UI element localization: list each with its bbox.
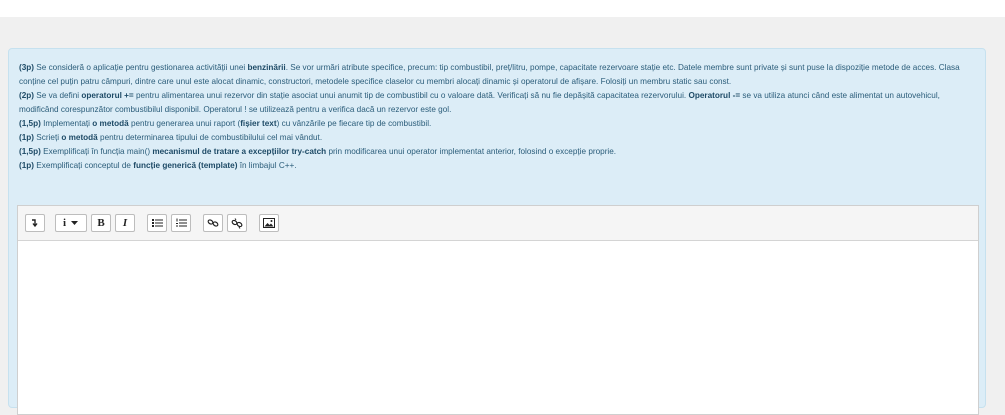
image-button[interactable] bbox=[259, 214, 279, 232]
question-bold-text: mecanismul de tratare a excepțiilor try-… bbox=[152, 147, 327, 156]
answer-editor: i B I bbox=[17, 205, 979, 415]
question-bold-text: fișier text bbox=[240, 119, 277, 128]
question-bold-text: (1p) bbox=[19, 133, 35, 142]
question-text-run: ) cu vânzările pe fiecare tip de combust… bbox=[276, 119, 432, 128]
italic-button[interactable]: I bbox=[115, 214, 135, 232]
bold-label: B bbox=[97, 217, 105, 229]
bullet-list-icon bbox=[151, 219, 163, 227]
dropdown-caret-icon bbox=[71, 221, 79, 225]
question-bold-text: (3p) bbox=[19, 63, 35, 72]
question-paragraph: (1,5p) Exemplificați în funcția main() m… bbox=[19, 145, 977, 159]
paragraph-style-button[interactable]: i bbox=[55, 214, 87, 232]
question-bold-text: (1,5p) bbox=[19, 147, 41, 156]
image-icon bbox=[263, 218, 275, 228]
numbered-list-icon bbox=[175, 218, 187, 227]
question-text-run: Exemplificați conceptul de bbox=[34, 161, 134, 170]
bold-button[interactable]: B bbox=[91, 214, 111, 232]
question-bold-text: Operatorul -= bbox=[688, 91, 741, 100]
question-bold-text: o metodă bbox=[92, 119, 129, 128]
link-button[interactable] bbox=[203, 214, 223, 232]
question-bold-text: funcție generică (template) bbox=[133, 161, 238, 170]
question-paragraph: (1p) Exemplificați conceptul de funcție … bbox=[19, 159, 977, 173]
question-text: (3p) Se consideră o aplicație pentru ges… bbox=[19, 61, 977, 173]
question-paragraph: (1p) Scrieți o metodă pentru determinare… bbox=[19, 131, 977, 145]
question-paragraph: (3p) Se consideră o aplicație pentru ges… bbox=[19, 61, 977, 89]
unlink-icon bbox=[231, 217, 243, 229]
unordered-list-button[interactable] bbox=[147, 214, 167, 232]
question-text-run: prin modificarea unui operator implement… bbox=[326, 147, 617, 156]
question-text-run: Scrieți bbox=[34, 133, 62, 142]
ordered-list-button[interactable] bbox=[171, 214, 191, 232]
editor-toolbar: i B I bbox=[18, 206, 978, 241]
question-bold-text: operatorul += bbox=[81, 91, 134, 100]
arrow-turn-icon bbox=[32, 219, 38, 228]
question-text-run: Exemplificați în funcția main() bbox=[40, 147, 153, 156]
question-bold-text: (1,5p) bbox=[19, 119, 41, 128]
question-paragraph: (1,5p) Implementați o metodă pentru gene… bbox=[19, 117, 977, 131]
top-header-strip bbox=[0, 0, 1005, 17]
question-text-run: pentru generarea unui raport ( bbox=[128, 119, 241, 128]
link-icon bbox=[207, 219, 219, 227]
question-bold-text: benzinării bbox=[247, 63, 286, 72]
question-text-run: Se va defini bbox=[34, 91, 82, 100]
question-text-run: Se consideră o aplicație pentru gestiona… bbox=[34, 63, 248, 72]
question-text-run: pentru determinarea tipului de combustib… bbox=[97, 133, 323, 142]
question-text-run: pentru alimentarea unui rezervor din sta… bbox=[133, 91, 689, 100]
question-bold-text: o metodă bbox=[61, 133, 98, 142]
italic-label: I bbox=[122, 217, 128, 229]
question-bold-text: (1p) bbox=[19, 161, 35, 170]
answer-text-area[interactable] bbox=[18, 241, 978, 414]
unlink-button[interactable] bbox=[227, 214, 247, 232]
question-bold-text: (2p) bbox=[19, 91, 35, 100]
question-text-run: Implementați bbox=[40, 119, 93, 128]
expand-toolbar-button[interactable] bbox=[25, 214, 45, 232]
paragraph-style-label: i bbox=[62, 217, 67, 229]
question-text-run: în limbajul C++. bbox=[237, 161, 297, 170]
question-text-box: (3p) Se consideră o aplicație pentru ges… bbox=[8, 48, 986, 415]
question-paragraph: (2p) Se va defini operatorul += pentru a… bbox=[19, 89, 977, 117]
